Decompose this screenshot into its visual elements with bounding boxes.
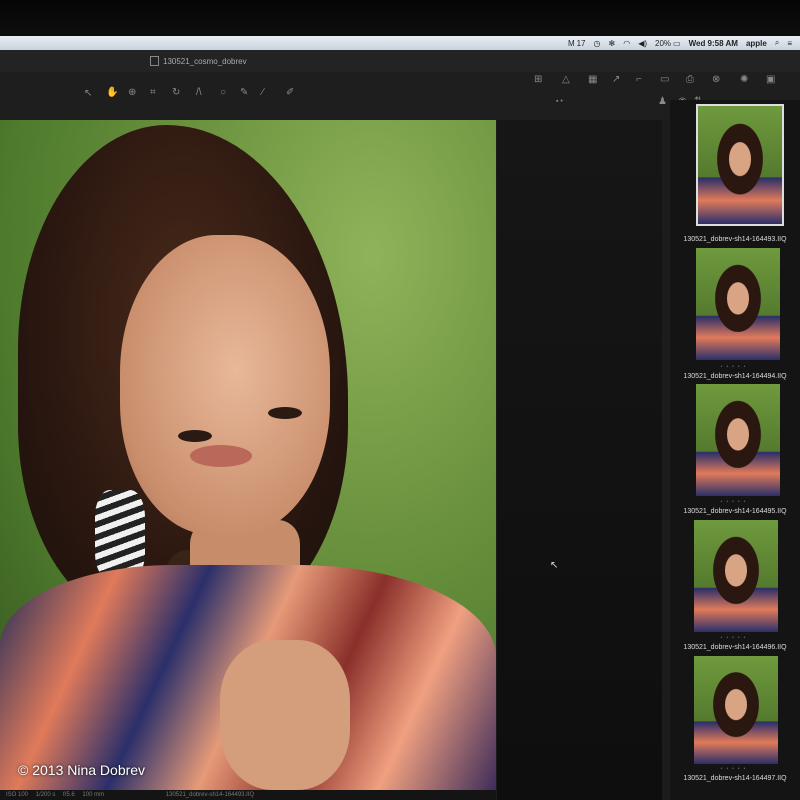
window-titlebar: 130521_cosmo_dobrev [0, 50, 800, 72]
secondary-viewer-empty[interactable] [497, 120, 662, 800]
crop-icon[interactable]: ⌗ [150, 87, 156, 98]
eyedropper-icon[interactable]: ⁄ [262, 87, 264, 98]
tag-icon[interactable]: ⌐ [636, 74, 642, 85]
user-filter-icon[interactable]: ♟ [658, 96, 667, 107]
thumbnail-caption: 130521_dobrev-sh14-164493.IIQ [683, 236, 787, 243]
window-title-wrap: 130521_cosmo_dobrev [150, 56, 247, 66]
mail-icon: M [567, 38, 575, 48]
volume-icon[interactable]: ◀) [638, 39, 647, 48]
battery-percent: 20% [655, 38, 672, 48]
layout-icon[interactable]: ▦ [588, 74, 597, 85]
straighten-icon[interactable]: /\ [196, 87, 202, 98]
shutter-value: 1/200 s [35, 792, 56, 798]
thumbnail-image [696, 248, 780, 360]
circle-icon[interactable]: ○ [220, 87, 226, 98]
copyright-watermark: © 2013 Nina Dobrev [18, 762, 146, 778]
thumbnail-5[interactable] [694, 656, 778, 764]
main-photo [0, 120, 496, 790]
clock-icon[interactable]: ◷ [594, 39, 601, 48]
thumbnail-rating[interactable]: ••••• [670, 635, 800, 641]
mouse-cursor-icon: ↖ [550, 560, 559, 571]
thumbnail-caption: 130521_dobrev-sh14-164495.IIQ [683, 508, 787, 515]
print-icon[interactable]: ⎙ [686, 74, 694, 85]
image-icon[interactable]: ▭ [660, 74, 669, 85]
arrow-icon[interactable]: ↗ [612, 74, 620, 85]
thumbnail-2[interactable] [696, 248, 780, 360]
rotate-icon[interactable]: ↻ [172, 87, 180, 98]
settings-icon[interactable]: ✺ [740, 74, 748, 85]
iso-value: ISO 100 [6, 792, 29, 798]
thumbnail-4[interactable] [694, 520, 778, 632]
mail-count: 17 [576, 38, 586, 48]
thumbnail-image [698, 106, 782, 224]
thumbnail-image [694, 656, 778, 764]
thumbnail-caption: 130521_dobrev-sh14-164494.IIQ [683, 373, 787, 380]
fullscreen-icon[interactable]: ▣ [766, 74, 775, 85]
mail-status[interactable]: M 17 [568, 39, 586, 48]
warning-icon[interactable]: △ [562, 74, 570, 85]
thumbnail-caption: 130521_dobrev-sh14-164497.IIQ [683, 775, 787, 782]
thumbnail-image [694, 520, 778, 632]
notification-center-icon[interactable]: ≡ [787, 39, 792, 48]
viewer-status-bar: ISO 100 1/200 s f/5.6 100 mm 130521_dobr… [0, 790, 496, 800]
image-viewer[interactable] [0, 120, 496, 790]
thumbnail-1[interactable] [696, 104, 784, 226]
thumbnail-image [696, 384, 780, 496]
zoom-icon[interactable]: ⊕ [128, 87, 136, 98]
menubar-user[interactable]: apple [746, 39, 767, 48]
battery-status[interactable]: 20% ▭ [655, 39, 681, 48]
process-icon[interactable]: ⊗ [712, 74, 720, 85]
grid-icon[interactable]: ⊞ [534, 74, 542, 85]
hand-icon[interactable]: ✋ [106, 87, 118, 98]
system-menubar: M 17 ◷ ✻ ◠ ◀) 20% ▭ Wed 9:58 AM apple ⌕ ≡ [0, 36, 800, 50]
wifi-icon[interactable]: ◠ [623, 39, 630, 48]
bluetooth-icon[interactable]: ✻ [609, 39, 616, 48]
document-icon [150, 56, 159, 66]
thumbnail-3[interactable] [696, 384, 780, 496]
photo-eye-right [268, 407, 302, 419]
thumbnail-rating[interactable]: ••••• [670, 364, 800, 370]
photo-lips [190, 445, 252, 467]
thumbnail-rating[interactable]: ••••• [670, 766, 800, 772]
photo-eye-left [178, 430, 212, 442]
thumbnail-browser[interactable]: 130521_dobrev-sh14-164493.IIQ ••••• 1305… [670, 100, 800, 800]
picker-icon[interactable]: ✐ [286, 87, 294, 98]
photo-face [120, 235, 330, 535]
aperture-value: f/5.6 [63, 792, 75, 798]
thumbnail-rating[interactable]: ••••• [670, 499, 800, 505]
nav-dot-icon[interactable]: ▪ • [556, 98, 563, 105]
photo-hand [220, 640, 350, 790]
window-title: 130521_cosmo_dobrev [163, 57, 247, 66]
thumbnail-caption: 130521_dobrev-sh14-164496.IIQ [683, 644, 787, 651]
brush-icon[interactable]: ✎ [240, 87, 248, 98]
current-filename: 130521_dobrev-sh14-164493.IIQ [165, 792, 255, 798]
pointer-icon[interactable]: ↖ [84, 88, 92, 99]
focal-length-value: 100 mm [82, 792, 105, 798]
spotlight-icon[interactable]: ⌕ [775, 38, 779, 48]
menubar-clock[interactable]: Wed 9:58 AM [689, 39, 738, 48]
battery-icon: ▭ [673, 38, 681, 48]
